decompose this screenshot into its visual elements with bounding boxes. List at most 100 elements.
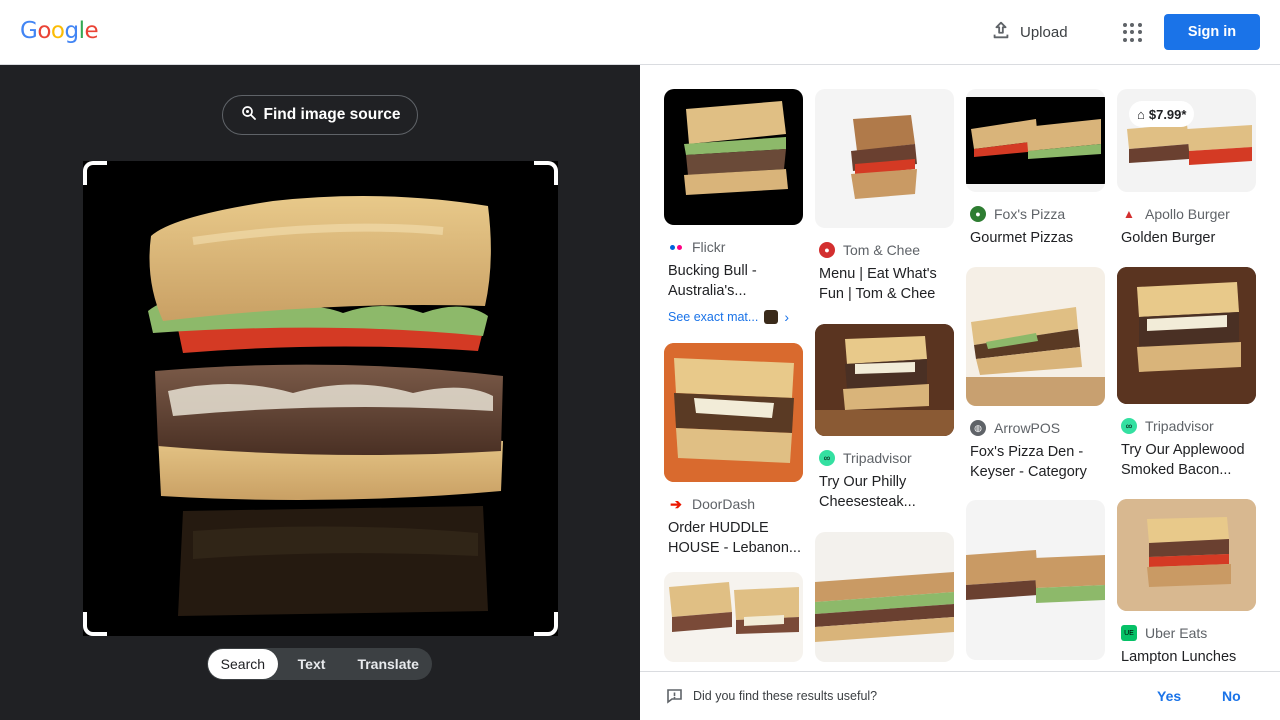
find-image-source-label: Find image source	[263, 106, 401, 123]
globe-icon: ◍	[970, 420, 986, 436]
result-source[interactable]: ∞ Tripadvisor	[819, 450, 954, 466]
result-title[interactable]: Try Our Philly Cheesesteak...	[819, 472, 954, 512]
result-title[interactable]: Try Our Applewood Smoked Bacon...	[1121, 440, 1256, 480]
result-source[interactable]: ◍ ArrowPOS	[970, 420, 1105, 436]
sandwich-image	[148, 196, 503, 616]
feedback-question: Did you find these results useful?	[693, 689, 878, 703]
result-thumbnail[interactable]	[815, 324, 954, 436]
google-logo[interactable]: Google	[20, 18, 99, 44]
visual-matches: Flickr Bucking Bull - Australia's... See…	[640, 65, 1280, 671]
result-card[interactable]: ∞ Tripadvisor Try Our Applewood Smoked B…	[1117, 267, 1256, 480]
see-exact-matches-label: See exact mat...	[668, 310, 759, 324]
feedback-no-button[interactable]: No	[1222, 688, 1241, 704]
mode-switcher: Search Text Translate	[207, 648, 432, 680]
result-title[interactable]: Lampton Lunches	[1121, 647, 1256, 667]
result-source-label: Uber Eats	[1145, 625, 1208, 641]
result-title[interactable]: Fox's Pizza Den - Keyser - Category	[970, 442, 1105, 482]
result-card[interactable]: ∞ Tripadvisor Try Our Philly Cheesesteak…	[815, 324, 954, 512]
result-card[interactable]	[815, 532, 954, 662]
upload-icon	[990, 19, 1012, 45]
logo-letter: G	[20, 18, 38, 44]
upload-button[interactable]: Upload	[990, 18, 1068, 46]
crop-handle-bottom-right[interactable]	[534, 612, 558, 636]
find-image-source-button[interactable]: Find image source	[222, 95, 418, 135]
logo-letter: o	[37, 18, 51, 44]
result-source[interactable]: ● Fox's Pizza	[970, 206, 1105, 222]
flickr-icon	[668, 239, 684, 255]
result-thumbnail[interactable]	[815, 89, 954, 228]
result-title[interactable]: Bucking Bull - Australia's...	[668, 261, 803, 301]
result-source-label: Tripadvisor	[843, 450, 912, 466]
result-source-label: Fox's Pizza	[994, 206, 1066, 222]
sign-in-button[interactable]: Sign in	[1164, 14, 1260, 50]
result-card[interactable]: ⌂ $7.99* ▲ Apollo Burger Golden Burger	[1117, 89, 1256, 248]
top-bar: Google Upload Sign in	[0, 0, 1280, 65]
feedback-icon	[666, 688, 683, 709]
result-thumbnail[interactable]	[1117, 267, 1256, 404]
mode-translate-tab[interactable]: Translate	[345, 649, 431, 679]
result-source[interactable]: UE Uber Eats	[1121, 625, 1256, 641]
result-thumbnail[interactable]	[664, 89, 803, 225]
logo-letter: g	[64, 18, 79, 44]
apps-grid-icon[interactable]	[1118, 18, 1146, 46]
result-source[interactable]: ▲ Apollo Burger	[1121, 206, 1256, 222]
price-tag-icon: ⌂	[1137, 106, 1145, 122]
result-source-label: DoorDash	[692, 496, 756, 512]
result-thumbnail[interactable]	[966, 267, 1105, 406]
doordash-icon: ➔	[670, 495, 682, 512]
result-thumbnail[interactable]	[966, 89, 1105, 192]
feedback-bar: Did you find these results useful? Yes N…	[640, 671, 1280, 720]
result-thumbnail[interactable]	[1117, 499, 1256, 611]
result-thumbnail[interactable]	[966, 500, 1105, 660]
see-exact-matches-link[interactable]: See exact mat... ›	[668, 309, 803, 325]
results-column: ● Tom & Chee Menu | Eat What's Fun | Tom…	[815, 89, 954, 671]
tripadvisor-icon: ∞	[1121, 418, 1137, 434]
mode-search-tab[interactable]: Search	[208, 649, 278, 679]
feedback-yes-button[interactable]: Yes	[1157, 688, 1181, 704]
result-source[interactable]: ➔ DoorDash	[668, 495, 803, 513]
crop-area[interactable]	[83, 161, 558, 636]
results-column: ● Fox's Pizza Gourmet Pizzas ◍ ArrowPOS …	[966, 89, 1105, 671]
foxs-pizza-icon: ●	[970, 206, 986, 222]
tripadvisor-icon: ∞	[819, 450, 835, 466]
price-label: $7.99*	[1148, 106, 1187, 122]
result-title[interactable]: Menu | Eat What's Fun | Tom & Chee	[819, 264, 954, 304]
result-source-label: Apollo Burger	[1145, 206, 1230, 222]
result-title[interactable]: Order HUDDLE HOUSE - Lebanon...	[668, 518, 803, 558]
result-card[interactable]: Flickr Bucking Bull - Australia's... See…	[664, 89, 803, 325]
result-thumbnail[interactable]: ⌂ $7.99*	[1117, 89, 1256, 192]
crop-handle-top-left[interactable]	[83, 161, 107, 185]
result-card[interactable]: ➔ DoorDash Order HUDDLE HOUSE - Lebanon.…	[664, 343, 803, 558]
image-preview-panel: Find image source Search Text Translate	[0, 65, 640, 720]
result-thumbnail[interactable]	[664, 572, 803, 662]
result-source-label: Tripadvisor	[1145, 418, 1214, 434]
price-badge: ⌂ $7.99*	[1129, 101, 1195, 127]
apollo-burger-icon: ▲	[1123, 207, 1135, 221]
result-thumbnail[interactable]	[815, 532, 954, 662]
result-card[interactable]	[664, 572, 803, 662]
result-card[interactable]	[966, 500, 1105, 660]
result-source[interactable]: ● Tom & Chee	[819, 242, 954, 258]
result-source[interactable]: ∞ Tripadvisor	[1121, 418, 1256, 434]
crop-handle-bottom-left[interactable]	[83, 612, 107, 636]
uber-eats-icon: UE	[1121, 625, 1137, 641]
chevron-right-icon: ›	[784, 309, 789, 325]
lens-search-icon	[240, 104, 258, 127]
exact-match-thumb-icon	[764, 310, 779, 324]
result-title[interactable]: Golden Burger	[1121, 228, 1256, 248]
result-card[interactable]: ◍ ArrowPOS Fox's Pizza Den - Keyser - Ca…	[966, 267, 1105, 482]
upload-label: Upload	[1020, 23, 1068, 41]
crop-handle-top-right[interactable]	[534, 161, 558, 185]
result-thumbnail[interactable]	[664, 343, 803, 482]
results-column: Flickr Bucking Bull - Australia's... See…	[664, 89, 803, 671]
logo-letter: e	[84, 18, 99, 44]
result-source-label: Tom & Chee	[843, 242, 921, 258]
result-card[interactable]: ● Fox's Pizza Gourmet Pizzas	[966, 89, 1105, 248]
mode-text-tab[interactable]: Text	[278, 649, 346, 679]
result-card[interactable]: ● Tom & Chee Menu | Eat What's Fun | Tom…	[815, 89, 954, 304]
result-card[interactable]: UE Uber Eats Lampton Lunches	[1117, 499, 1256, 667]
result-title[interactable]: Gourmet Pizzas	[970, 228, 1105, 248]
result-source[interactable]: Flickr	[668, 239, 803, 255]
tom-and-chee-icon: ●	[819, 242, 835, 258]
result-source-label: ArrowPOS	[994, 420, 1061, 436]
